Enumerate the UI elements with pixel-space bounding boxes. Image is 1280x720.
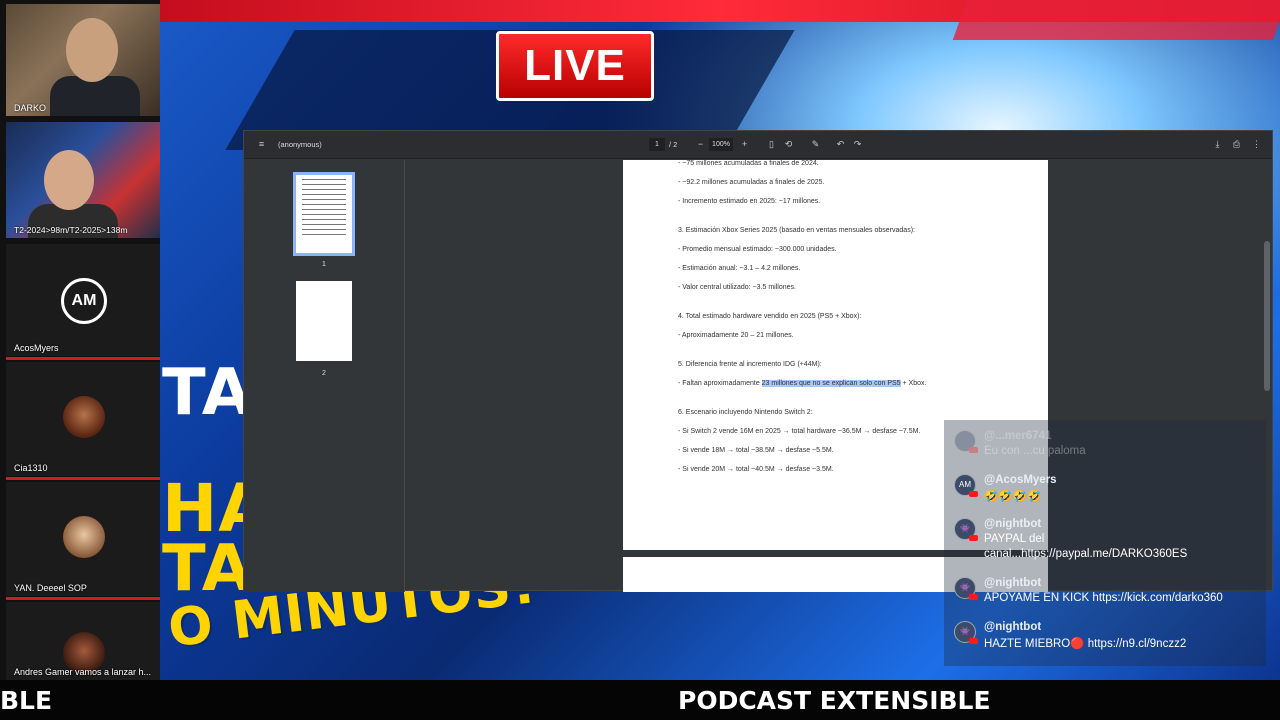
chat-username: @AcosMyers (984, 474, 1057, 486)
ticker-text: BLE (0, 686, 53, 715)
red-accent (952, 0, 1280, 40)
avatar: AM (954, 474, 978, 497)
page-number-input[interactable]: 1 (649, 138, 665, 151)
doc-line: - Si Switch 2 vende 16M en 2025 → total … (678, 428, 921, 435)
avatar (954, 430, 978, 453)
avatar: 👾 (954, 577, 978, 600)
ticker-text: PODCAST EXTENSIBLE (678, 686, 991, 715)
webcam-tile: Cia1310 (6, 362, 160, 476)
avatar: AM (61, 278, 107, 324)
chat-overlay: @...mer6741 Eu con ...cu paloma AM @Acos… (944, 420, 1266, 666)
avatar (63, 396, 105, 438)
redo-icon[interactable]: ↷ (853, 140, 862, 149)
download-icon[interactable]: ⤓ (1213, 140, 1222, 149)
page-thumbnail[interactable] (296, 281, 352, 361)
stream-scene: LIVE TAT HA TAT O MINUTOS! DARKO T2-2024… (0, 0, 1280, 720)
webcam-tile: AM AcosMyers (6, 244, 160, 356)
participant-name: YAN. Deeeel SOP (14, 583, 87, 593)
divider (6, 477, 160, 480)
chat-username: @...mer6741 (984, 430, 1052, 442)
participant-name: AcosMyers (14, 343, 59, 353)
scrollbar[interactable] (1264, 241, 1270, 391)
annotate-icon[interactable]: ✎ (811, 140, 820, 149)
doc-line: - ~75 millones acumuladas a finales de 2… (678, 160, 819, 167)
text-selection[interactable]: 23 millones que no se explican solo con … (761, 380, 901, 387)
bottom-ticker: BLE PODCAST EXTENSIBLE (0, 680, 1280, 720)
webcam-tile: YAN. Deeeel SOP (6, 482, 160, 596)
live-badge: LIVE (496, 31, 654, 101)
doc-line: 6. Escenario incluyendo Nintendo Switch … (678, 409, 813, 416)
participant-name: Andres Gamer vamos a lanzar h... (14, 667, 152, 677)
chat-username: @nightbot (984, 621, 1042, 633)
avatar (63, 516, 105, 558)
doc-line: - Faltan aproximadamente 23 millones que… (678, 380, 927, 387)
doc-line: 3. Estimación Xbox Series 2025 (basado e… (678, 227, 915, 234)
print-icon[interactable]: ⎙ (1232, 140, 1241, 149)
rotate-icon[interactable]: ⟲ (784, 140, 793, 149)
document-title: (anonymous) (278, 140, 322, 149)
thumbnail-label: 1 (322, 261, 326, 268)
fit-page-icon[interactable]: ▯ (767, 140, 776, 149)
more-options-icon[interactable]: ⋮ (1252, 140, 1261, 149)
thumbnail-label: 2 (322, 370, 326, 377)
doc-line: - Promedio mensual estimado: ~300.000 un… (678, 246, 837, 253)
participant-name: Cia1310 (14, 463, 48, 473)
viewer-toolbar: ≡ (anonymous) 1 / 2 − 100% + ▯ ⟲ ✎ ↶ ↷ ⤓… (244, 131, 1272, 159)
chat-text: Eu con ...cu paloma (984, 445, 1086, 457)
zoom-input[interactable]: 100% (709, 138, 733, 151)
chat-text: canal...https://paypal.me/DARKO360ES (984, 548, 1188, 560)
chat-text: PAYPAL del (984, 533, 1045, 545)
doc-line: - Valor central utilizado: ~3.5 millones… (678, 284, 796, 291)
zoom-in-icon[interactable]: + (740, 140, 749, 149)
doc-line: 5. Diferencia frente al incremento IDG (… (678, 361, 822, 368)
menu-icon[interactable]: ≡ (257, 140, 266, 149)
chat-username: @nightbot (984, 577, 1042, 589)
doc-line: 4. Total estimado hardware vendido en 20… (678, 313, 862, 320)
page-thumbnail[interactable] (293, 172, 355, 256)
webcam-tile: T2-2024>98m/T2-2025>138m (6, 122, 160, 238)
participants-column: DARKO T2-2024>98m/T2-2025>138m AM AcosMy… (0, 0, 160, 680)
chat-username: @nightbot (984, 518, 1042, 530)
thumbnail-sidebar: 1 2 (244, 160, 405, 592)
avatar: 👾 (954, 518, 978, 541)
participant-name: T2-2024>98m/T2-2025>138m (14, 225, 128, 235)
doc-line: - Estimación anual: ~3.1 – 4.2 millones. (678, 265, 801, 272)
chat-text: 🤣🤣🤣🤣 (984, 491, 1042, 503)
divider (6, 357, 160, 360)
participant-name: DARKO (14, 103, 47, 113)
page-total: / 2 (669, 140, 678, 149)
participant-video (44, 150, 94, 210)
doc-line: - Si vende 20M → total ~40.5M → desfase … (678, 466, 834, 473)
doc-line: - ~92.2 millones acumuladas a finales de… (678, 179, 825, 186)
chat-text: APOYAME EN KICK https://kick.com/darko36… (984, 592, 1223, 604)
doc-line: - Si vende 18M → total ~38.5M → desfase … (678, 447, 834, 454)
avatar: 👾 (954, 621, 978, 644)
doc-line: - Incremento estimado en 2025: ~17 millo… (678, 198, 821, 205)
zoom-out-icon[interactable]: − (696, 140, 705, 149)
webcam-tile: Andres Gamer vamos a lanzar h... (6, 602, 160, 680)
doc-line: - Aproximadamente 20 – 21 millones. (678, 332, 794, 339)
participant-video (66, 18, 118, 82)
divider (6, 597, 160, 600)
undo-icon[interactable]: ↶ (836, 140, 845, 149)
webcam-tile: DARKO (6, 4, 160, 116)
chat-text: HAZTE MIEBRO🔴 https://n9.cl/9nczz2 (984, 638, 1187, 650)
